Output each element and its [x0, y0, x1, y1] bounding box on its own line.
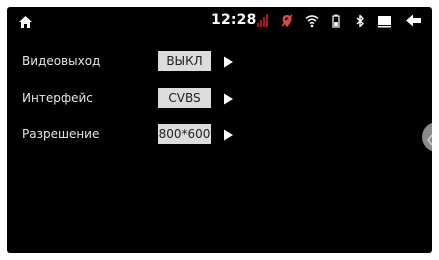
interface-next-button[interactable]	[221, 91, 235, 105]
video-output-label: Видеовыход	[22, 54, 101, 68]
signal-icon	[255, 13, 269, 29]
status-bar: 12:28	[7, 7, 432, 35]
resolution-next-button[interactable]	[221, 127, 235, 141]
play-arrow-icon	[224, 93, 233, 105]
battery-icon	[329, 13, 343, 29]
screen-icon[interactable]	[377, 13, 393, 29]
wifi-icon	[305, 13, 319, 29]
settings-row-resolution: Разрешение 800*600	[7, 124, 432, 146]
settings-row-video-output: Видеовыход ВЫКЛ	[7, 51, 432, 73]
chevron-left-icon	[426, 131, 432, 146]
interface-label: Интерфейс	[22, 91, 93, 105]
head-unit-screen: 12:28 Видеовыход ВЫКЛ Интерфейс CVBS Раз…	[7, 7, 432, 253]
no-location-icon	[280, 13, 294, 29]
play-arrow-icon	[224, 129, 233, 141]
play-arrow-icon	[224, 56, 233, 68]
interface-value[interactable]: CVBS	[158, 88, 211, 108]
back-icon[interactable]	[405, 13, 423, 29]
resolution-value[interactable]: 800*600	[158, 124, 211, 144]
bluetooth-icon	[353, 13, 367, 29]
video-output-value[interactable]: ВЫКЛ	[158, 51, 211, 71]
home-icon[interactable]	[18, 14, 33, 28]
settings-row-interface: Интерфейс CVBS	[7, 88, 432, 110]
clock: 12:28	[211, 12, 257, 28]
resolution-label: Разрешение	[22, 127, 100, 141]
video-output-next-button[interactable]	[221, 54, 235, 68]
